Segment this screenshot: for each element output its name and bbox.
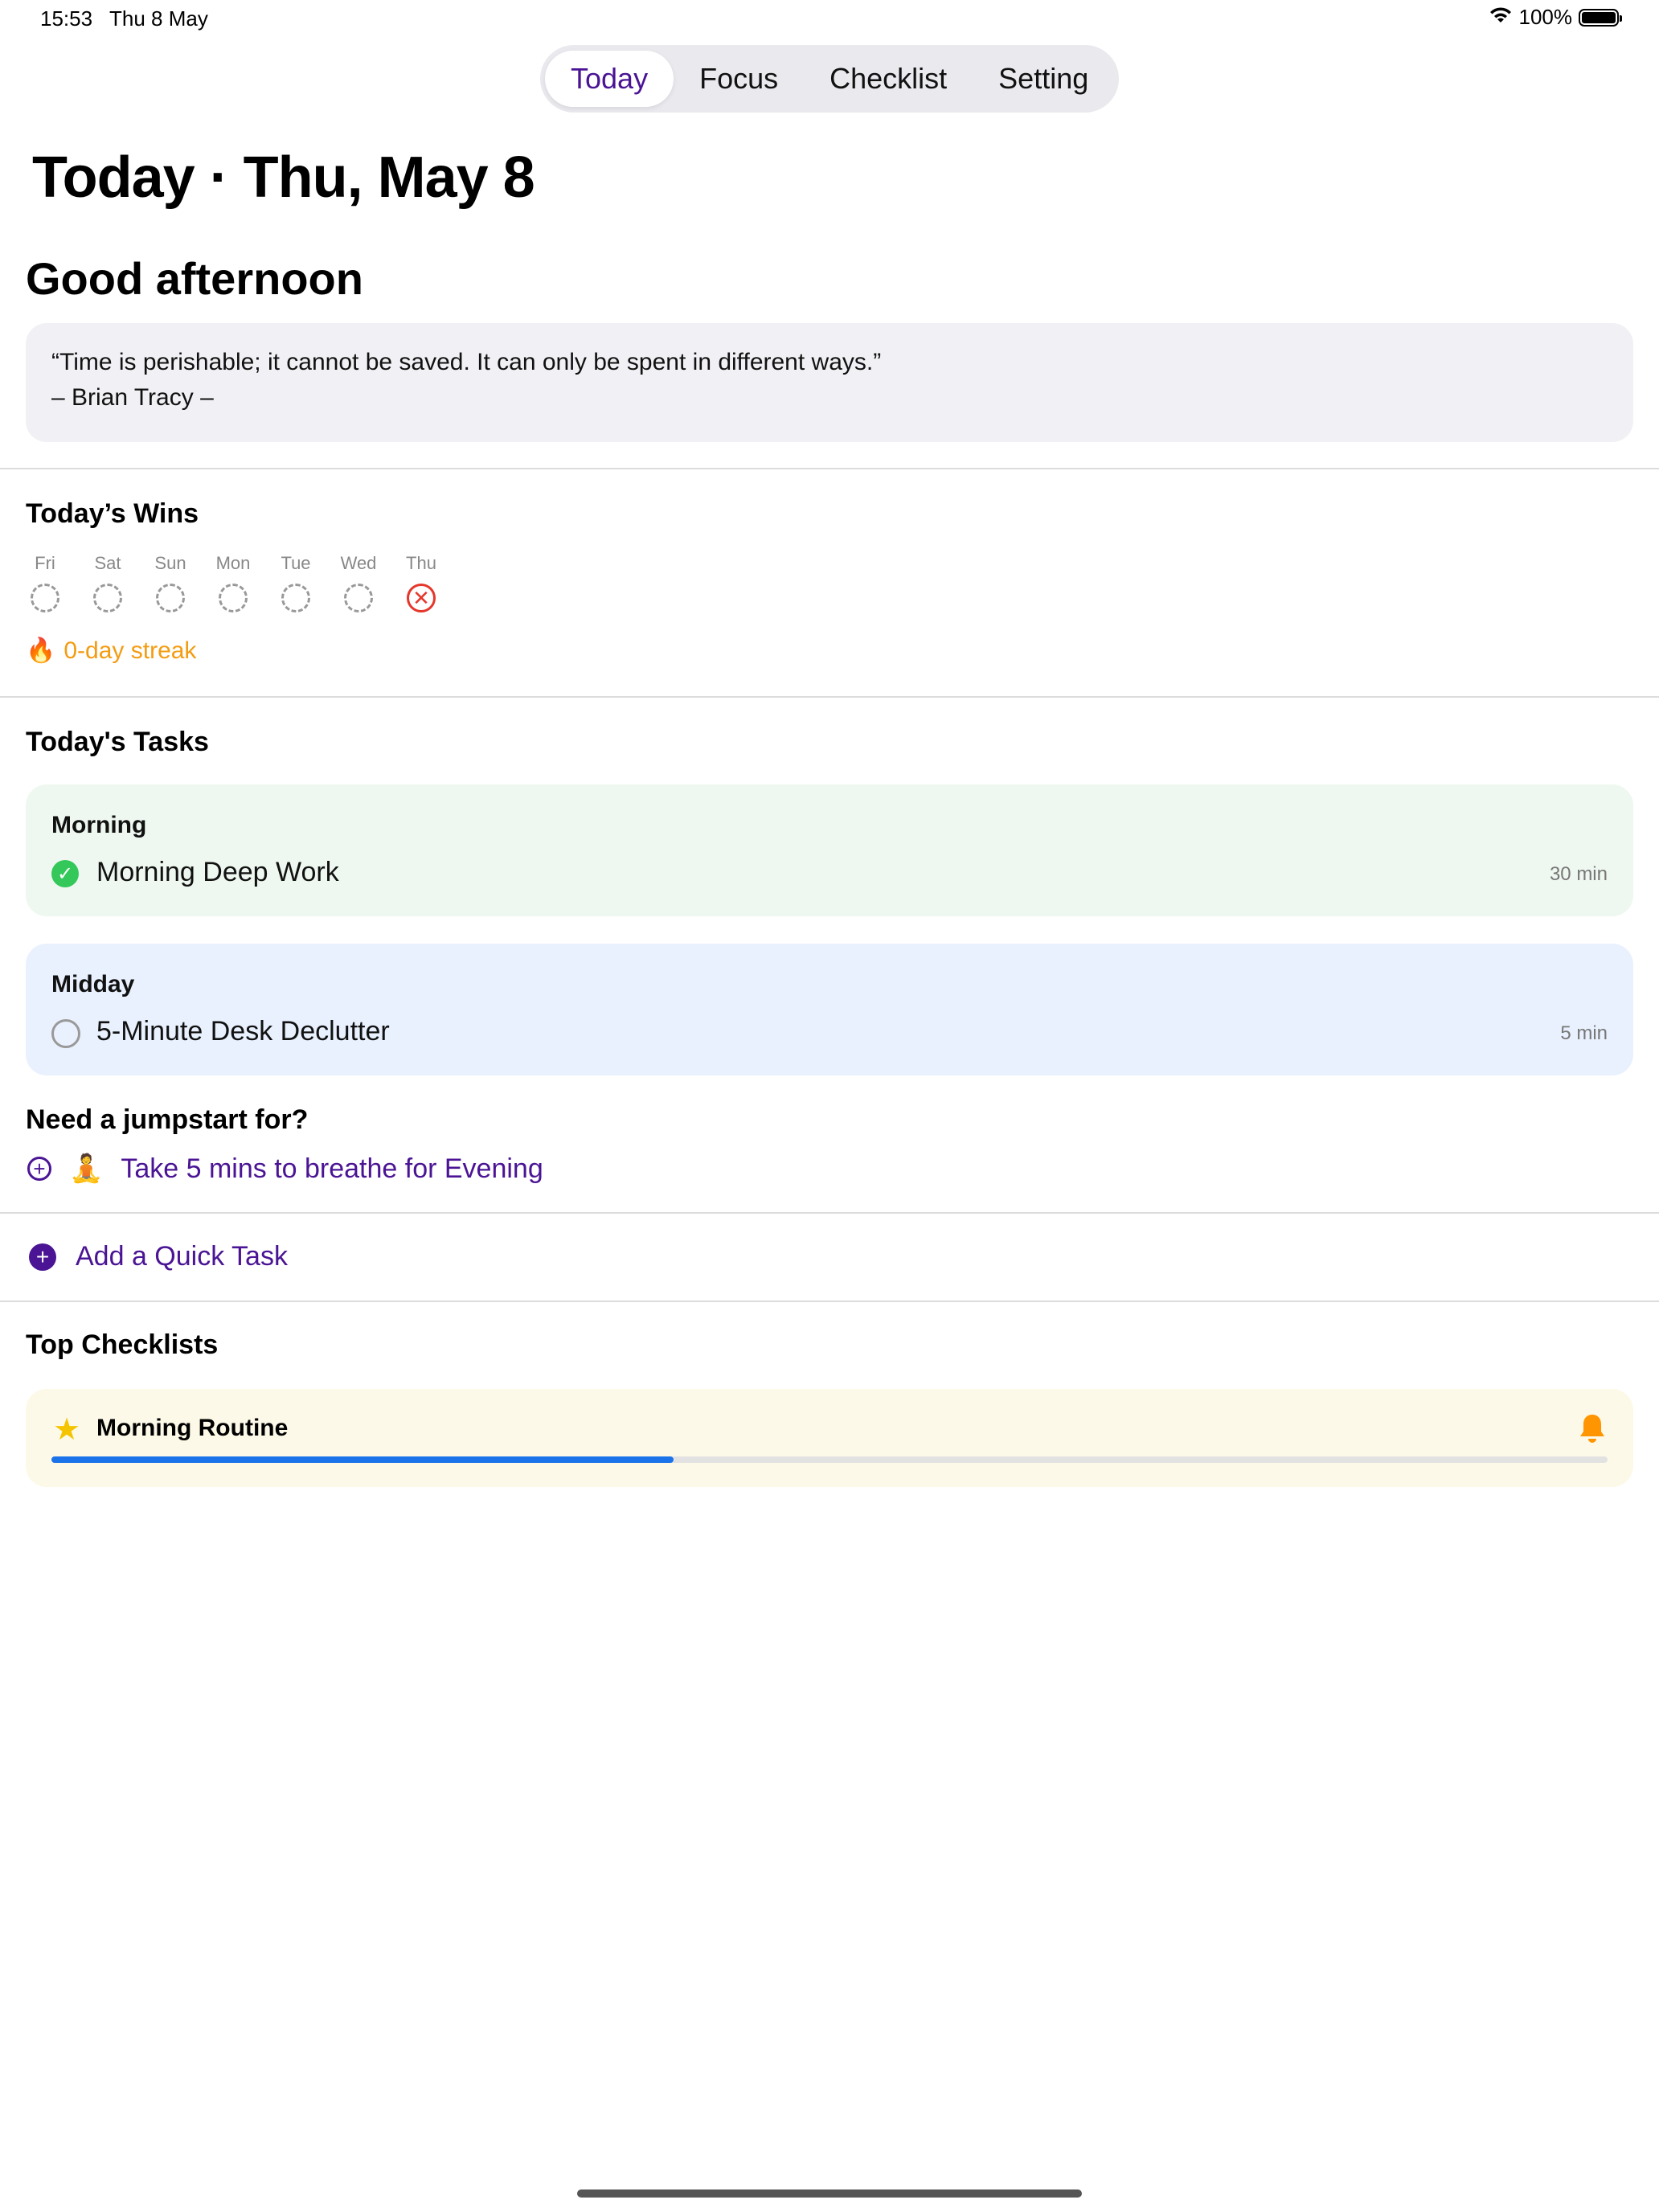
jumpstart-suggestion[interactable]: + 🧘 Take 5 mins to breathe for Evening xyxy=(27,1153,543,1185)
tab-checklist[interactable]: Checklist xyxy=(804,51,973,107)
day-label: Wed xyxy=(340,553,377,573)
task-group-morning: Morning ✓ Morning Deep Work 30 min xyxy=(26,784,1633,916)
task-name[interactable]: 5-Minute Desk Declutter xyxy=(96,1016,390,1047)
divider xyxy=(0,468,1659,469)
day-status-empty xyxy=(344,584,373,612)
add-circle-icon[interactable]: + xyxy=(27,1157,51,1181)
status-indicators: 100% xyxy=(1489,5,1622,30)
day-status-empty xyxy=(31,584,59,612)
quote-text: “Time is perishable; it cannot be saved.… xyxy=(51,349,882,375)
group-title: Morning xyxy=(51,812,147,838)
checklist-name[interactable]: Morning Routine xyxy=(96,1415,288,1442)
home-indicator[interactable] xyxy=(577,2189,1082,2198)
day-status-empty xyxy=(281,584,310,612)
day-wed: Wed xyxy=(334,553,383,612)
streak: 🔥 0-day streak xyxy=(26,637,196,665)
quick-task-label[interactable]: Add a Quick Task xyxy=(76,1241,288,1272)
checklist-progress-fill xyxy=(51,1456,674,1463)
jumpstart-title: Need a jumpstart for? xyxy=(26,1104,309,1135)
status-date: Thu 8 May xyxy=(109,6,208,31)
tab-focus[interactable]: Focus xyxy=(674,51,804,107)
quote-author: – Brian Tracy – xyxy=(51,384,214,411)
day-sun: Sun xyxy=(146,553,195,612)
missed-x-icon: ✕ xyxy=(407,584,436,612)
task-duration: 30 min xyxy=(1549,863,1608,885)
day-label: Mon xyxy=(215,553,251,573)
tab-bar: Today Focus Checklist Setting xyxy=(540,45,1119,113)
day-sat: Sat xyxy=(84,553,132,612)
greeting: Good afternoon xyxy=(26,253,363,304)
wins-week: Fri Sat Sun Mon Tue Wed Thu ✕ xyxy=(21,553,445,612)
tab-today[interactable]: Today xyxy=(545,51,674,107)
page-title: Today · Thu, May 8 xyxy=(32,145,535,210)
wifi-icon xyxy=(1489,5,1513,30)
battery-icon xyxy=(1579,8,1622,27)
day-label: Sat xyxy=(94,553,121,573)
checklists-title: Top Checklists xyxy=(26,1329,219,1360)
day-label: Sun xyxy=(154,553,186,573)
suggestion-label[interactable]: Take 5 mins to breathe for Evening xyxy=(121,1153,543,1185)
bell-icon[interactable] xyxy=(1579,1413,1606,1448)
checklist-card[interactable]: ★ Morning Routine xyxy=(26,1389,1633,1487)
task-group-midday: Midday 5-Minute Desk Declutter 5 min xyxy=(26,944,1633,1075)
streak-label: 0-day streak xyxy=(63,637,197,664)
wins-title: Today’s Wins xyxy=(26,498,199,529)
quote-card xyxy=(26,323,1633,442)
divider xyxy=(0,1212,1659,1214)
day-thu: Thu ✕ xyxy=(397,553,445,612)
checkbox-empty-icon[interactable] xyxy=(51,1019,80,1048)
group-title: Midday xyxy=(51,971,135,997)
checkmark-done-icon[interactable]: ✓ xyxy=(51,860,79,887)
plus-icon: + xyxy=(29,1243,56,1271)
tasks-title: Today's Tasks xyxy=(26,727,209,757)
tab-setting[interactable]: Setting xyxy=(973,51,1114,107)
day-status-empty xyxy=(219,584,248,612)
day-fri: Fri xyxy=(21,553,69,612)
star-icon: ★ xyxy=(53,1413,81,1447)
checklist-progress-bar xyxy=(51,1456,1608,1463)
day-status-empty xyxy=(156,584,185,612)
day-mon: Mon xyxy=(209,553,257,612)
day-label: Fri xyxy=(35,553,55,573)
status-time: 15:53 xyxy=(40,6,93,31)
divider xyxy=(0,696,1659,698)
task-duration: 5 min xyxy=(1560,1022,1608,1044)
day-status-empty xyxy=(93,584,122,612)
task-name[interactable]: Morning Deep Work xyxy=(96,857,339,888)
divider xyxy=(0,1301,1659,1302)
meditation-icon: 🧘 xyxy=(69,1153,104,1184)
day-label: Tue xyxy=(281,553,311,573)
add-quick-task-button[interactable]: + Add a Quick Task xyxy=(29,1241,288,1272)
fire-icon: 🔥 xyxy=(26,637,56,664)
day-tue: Tue xyxy=(272,553,320,612)
day-label: Thu xyxy=(406,553,436,573)
battery-percent: 100% xyxy=(1518,5,1573,29)
